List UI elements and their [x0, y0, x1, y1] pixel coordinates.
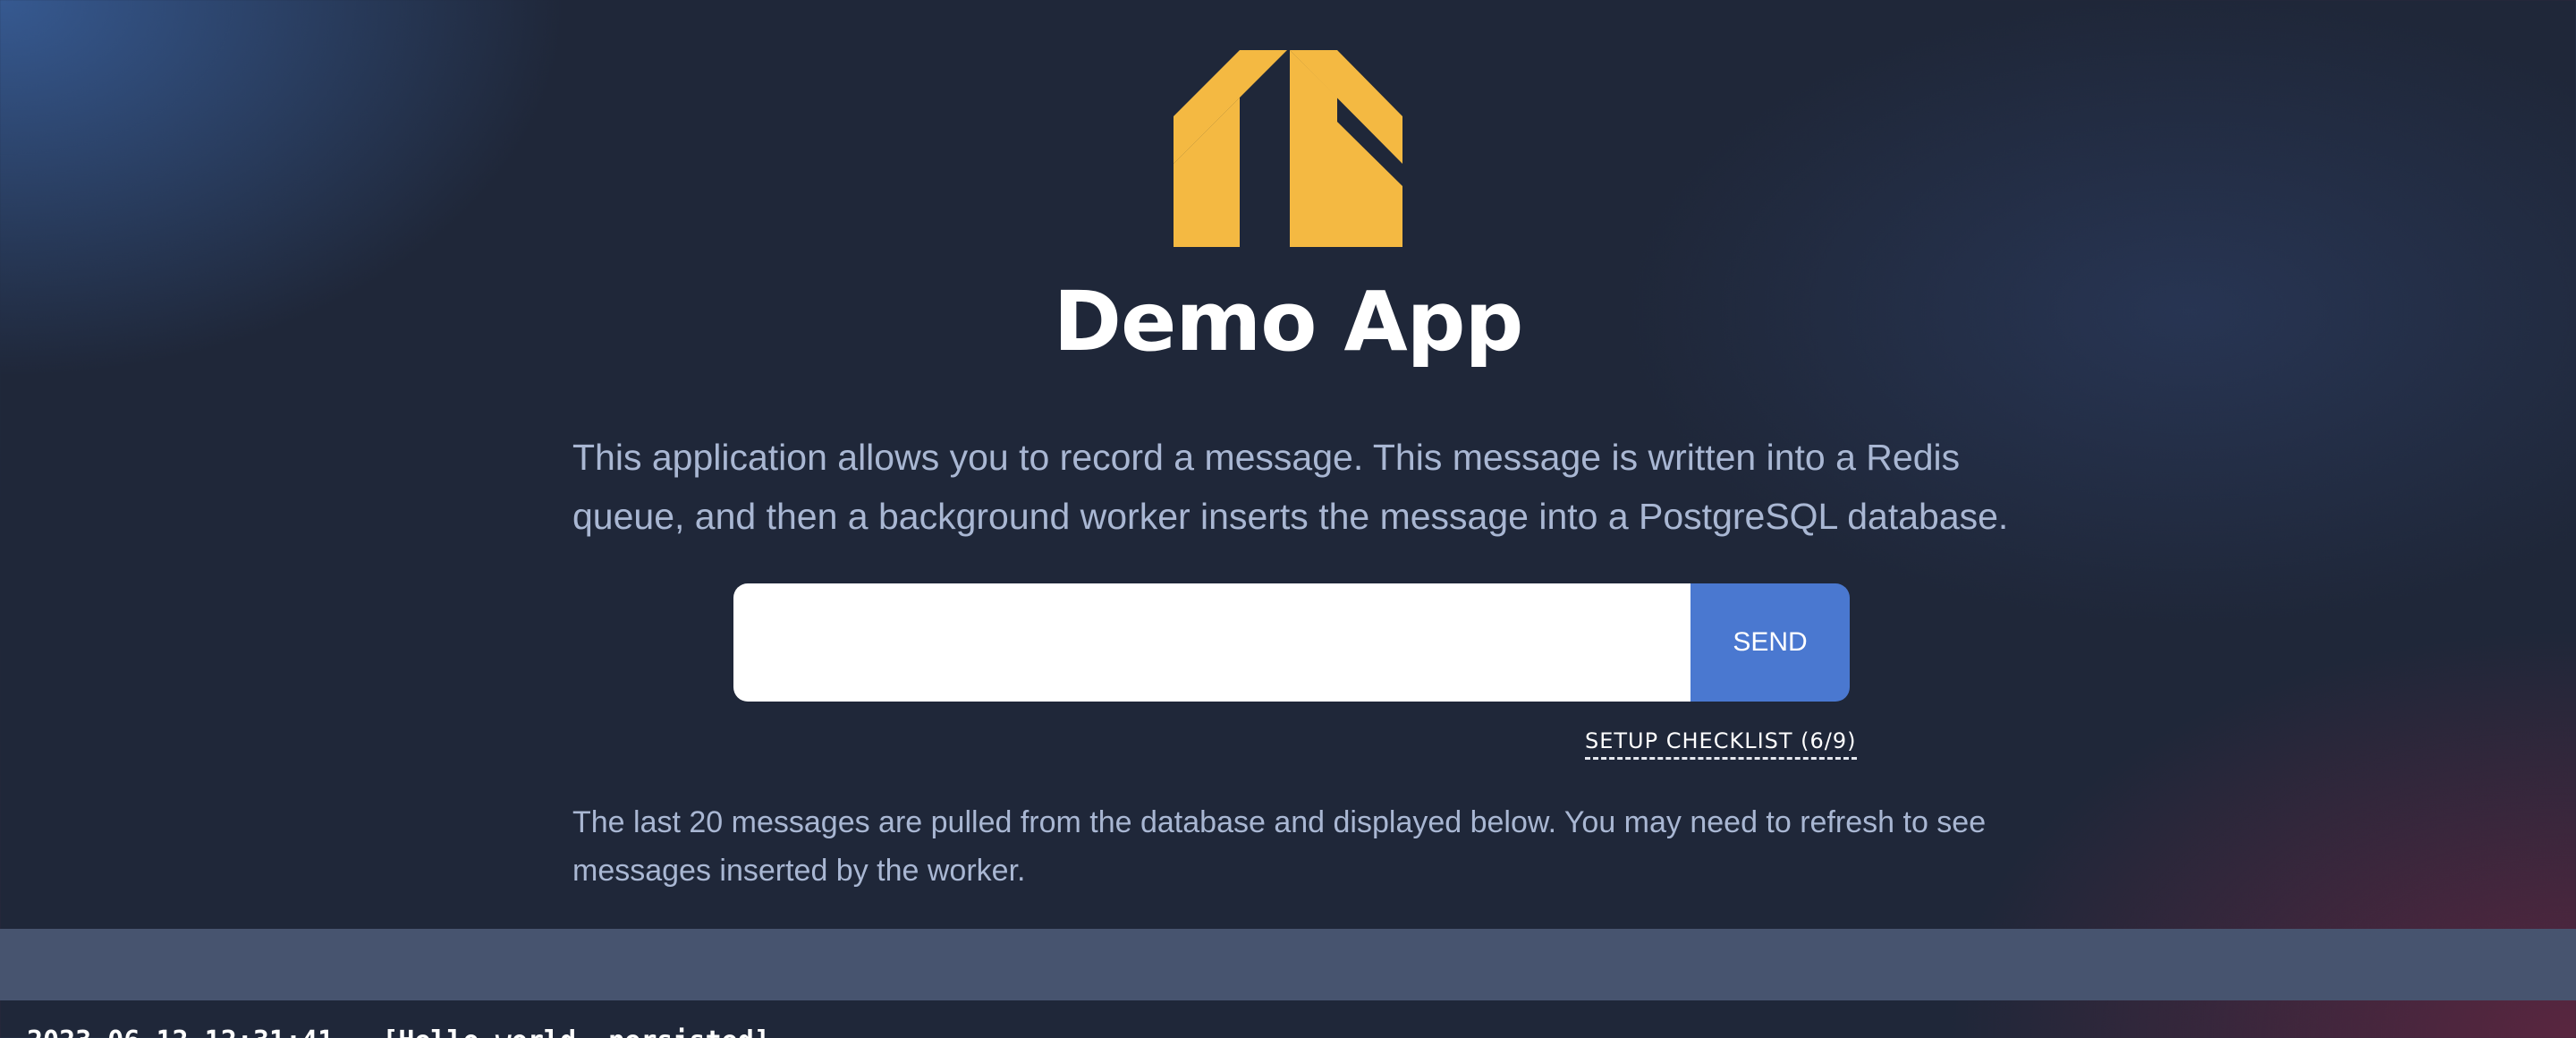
message-form: SEND [733, 583, 1850, 702]
messages-note: The last 20 messages are pulled from the… [572, 805, 1987, 888]
messages-header-band [0, 929, 2576, 1000]
message-input[interactable] [733, 583, 1690, 702]
setup-checklist-link[interactable]: SETUP CHECKLIST (6/9) [1585, 727, 1857, 760]
logo-icon [1174, 50, 1402, 247]
intro-text: This application allows you to record a … [572, 437, 2009, 537]
send-button[interactable]: SEND [1690, 583, 1850, 702]
message-item: 2023-06-12 12:31:41 - [Hello world, pers… [27, 1024, 770, 1038]
page-title: Demo App [1053, 274, 1524, 370]
